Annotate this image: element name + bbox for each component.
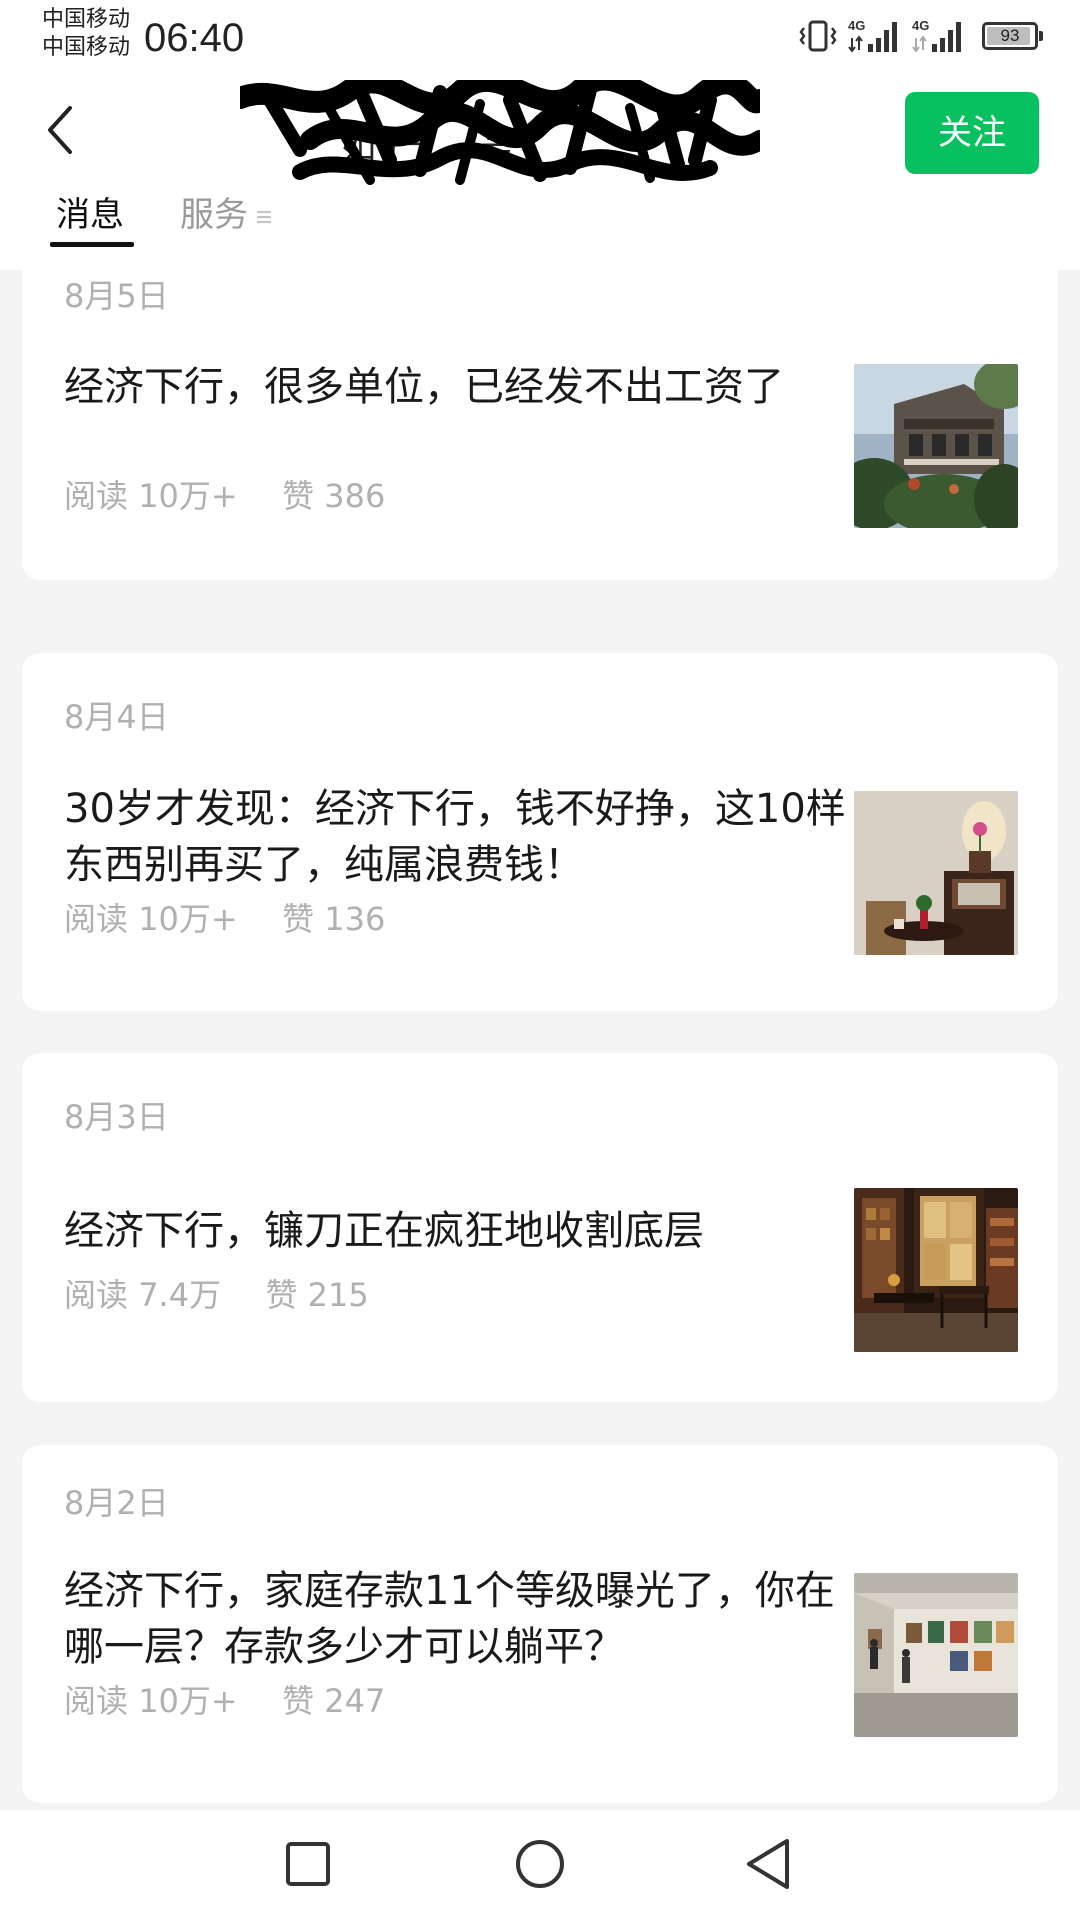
app-screen: 中国移动 中国移动 06:40 4G 4G 93 如 产 ... 号 关注 消息… xyxy=(0,0,1080,1920)
signal-icon-sim1: 4G xyxy=(848,16,902,56)
article-thumbnail xyxy=(854,791,1018,955)
vibrate-icon xyxy=(798,19,838,53)
article-date: 8月3日 xyxy=(64,1098,169,1136)
system-back-button[interactable] xyxy=(730,1828,806,1904)
article-thumbnail xyxy=(854,364,1018,528)
square-recents-icon xyxy=(284,1840,332,1892)
article-title: 经济下行，镰刀正在疯狂地收割底层 xyxy=(64,1208,704,1254)
recents-button[interactable] xyxy=(270,1828,346,1904)
read-label: 阅读 xyxy=(64,1682,129,1720)
tab-messages[interactable]: 消息 xyxy=(56,190,124,240)
gallery-photo xyxy=(854,1573,1018,1737)
carrier-1: 中国移动 xyxy=(42,7,131,32)
like-label: 赞 xyxy=(282,900,315,938)
carrier-info: 中国移动 中国移动 xyxy=(42,6,130,62)
status-icons: 4G 4G 93 xyxy=(798,16,1043,56)
battery-percent: 93 xyxy=(1000,26,1020,45)
like-label: 赞 xyxy=(265,1276,298,1314)
article-stats: 阅读 10万+ 赞 136 xyxy=(64,899,385,939)
article-stats: 阅读 10万+ 赞 247 xyxy=(64,1681,385,1721)
triangle-back-icon xyxy=(743,1837,793,1895)
carrier-2: 中国移动 xyxy=(42,35,131,60)
article-card[interactable]: 8月2日 经济下行，家庭存款11个等级曝光了，你在哪一层？存款多少才可以躺平？ … xyxy=(22,1445,1058,1803)
article-feed: 8月5日 经济下行，很多单位，已经发不出工资了 阅读 10万+ 赞 386 8月… xyxy=(0,270,1080,1810)
like-count: 247 xyxy=(324,1682,386,1720)
menu-icon xyxy=(256,190,272,240)
tab-bar: 消息 服务 xyxy=(0,190,1080,270)
header-bar: 如 产 ... 号 关注 xyxy=(0,80,1080,190)
status-time: 06:40 xyxy=(144,16,245,60)
network-type-2: 4G xyxy=(912,18,929,33)
battery-icon: 93 xyxy=(982,22,1043,50)
antique-shop-photo xyxy=(854,1188,1018,1352)
status-bar: 中国移动 中国移动 06:40 4G 4G 93 xyxy=(0,0,1080,80)
active-tab-indicator xyxy=(50,242,134,247)
read-label: 阅读 xyxy=(64,1276,129,1314)
account-title: 如 产 ... 号 xyxy=(240,80,760,190)
chevron-left-icon xyxy=(40,102,80,162)
article-card[interactable]: 8月5日 经济下行，很多单位，已经发不出工资了 阅读 10万+ 赞 386 xyxy=(22,270,1058,580)
system-nav-bar xyxy=(0,1810,1080,1920)
home-button[interactable] xyxy=(502,1828,578,1904)
read-count: 10万+ xyxy=(138,900,238,938)
circle-home-icon xyxy=(514,1838,566,1894)
like-count: 386 xyxy=(324,477,386,515)
interior-photo xyxy=(854,791,1018,955)
article-thumbnail xyxy=(854,1188,1018,1352)
article-title: 30岁才发现：经济下行，钱不好挣，这10样东西别再买了，纯属浪费钱！ xyxy=(64,786,846,888)
article-date: 8月2日 xyxy=(64,1484,169,1522)
follow-button[interactable]: 关注 xyxy=(905,92,1039,174)
read-label: 阅读 xyxy=(64,477,129,515)
article-card[interactable]: 8月4日 30岁才发现：经济下行，钱不好挣，这10样东西别再买了，纯属浪费钱！ … xyxy=(22,653,1058,1011)
back-button[interactable] xyxy=(28,100,92,164)
signal-icon-sim2: 4G xyxy=(912,16,966,56)
article-date: 8月5日 xyxy=(64,277,169,315)
like-label: 赞 xyxy=(282,477,315,515)
article-title: 经济下行，很多单位，已经发不出工资了 xyxy=(64,364,784,410)
like-label: 赞 xyxy=(282,1682,315,1720)
redaction-scribble xyxy=(240,80,760,185)
article-date: 8月4日 xyxy=(64,698,169,736)
article-stats: 阅读 7.4万 赞 215 xyxy=(64,1275,369,1315)
article-title: 经济下行，家庭存款11个等级曝光了，你在哪一层？存款多少才可以躺平？ xyxy=(64,1568,835,1670)
read-count: 10万+ xyxy=(138,477,238,515)
read-count: 10万+ xyxy=(138,1682,238,1720)
read-label: 阅读 xyxy=(64,900,129,938)
read-count: 7.4万 xyxy=(138,1276,222,1314)
like-count: 215 xyxy=(307,1276,369,1314)
network-type-1: 4G xyxy=(848,18,865,33)
tab-services-label: 服务 xyxy=(180,195,248,235)
like-count: 136 xyxy=(324,900,386,938)
article-card[interactable]: 8月3日 经济下行，镰刀正在疯狂地收割底层 阅读 7.4万 赞 215 xyxy=(22,1053,1058,1402)
house-photo xyxy=(854,364,1018,528)
tab-services[interactable]: 服务 xyxy=(180,190,272,240)
article-stats: 阅读 10万+ 赞 386 xyxy=(64,476,385,516)
article-thumbnail xyxy=(854,1573,1018,1737)
